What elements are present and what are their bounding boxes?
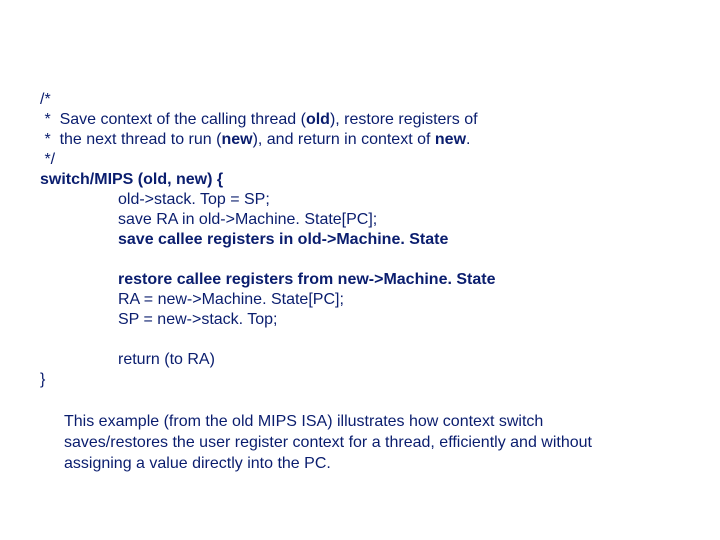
- blank-line-2: [40, 330, 680, 350]
- blank-line-1: [40, 250, 680, 270]
- comment-keyword-old: old: [306, 111, 330, 128]
- code-line-1: old->stack. Top = SP;: [40, 190, 680, 210]
- comment-keyword-new: new: [221, 131, 252, 148]
- comment-text: ), and return in context of: [253, 131, 435, 148]
- code-line-5: RA = new->Machine. State[PC];: [40, 290, 680, 310]
- explanation-text: This example (from the old MIPS ISA) ill…: [40, 412, 680, 474]
- code-line-3: save callee registers in old->Machine. S…: [40, 230, 680, 250]
- comment-text: ), restore registers of: [330, 111, 478, 128]
- code-line-4: restore callee registers from new->Machi…: [40, 270, 680, 290]
- comment-open: /*: [40, 90, 680, 110]
- code-line-2: save RA in old->Machine. State[PC];: [40, 210, 680, 230]
- comment-text: * Save context of the calling thread (: [40, 111, 306, 128]
- comment-line-1: * Save context of the calling thread (ol…: [40, 110, 680, 130]
- comment-close: */: [40, 150, 680, 170]
- comment-text: .: [466, 131, 470, 148]
- code-block: /* * Save context of the calling thread …: [40, 90, 680, 390]
- comment-line-2: * the next thread to run (new), and retu…: [40, 130, 680, 150]
- code-line-6: SP = new->stack. Top;: [40, 310, 680, 330]
- function-close: }: [40, 370, 680, 390]
- comment-text: * the next thread to run (: [40, 131, 221, 148]
- comment-keyword-new-2: new: [435, 131, 466, 148]
- code-line-7: return (to RA): [40, 350, 680, 370]
- function-signature: switch/MIPS (old, new) {: [40, 170, 680, 190]
